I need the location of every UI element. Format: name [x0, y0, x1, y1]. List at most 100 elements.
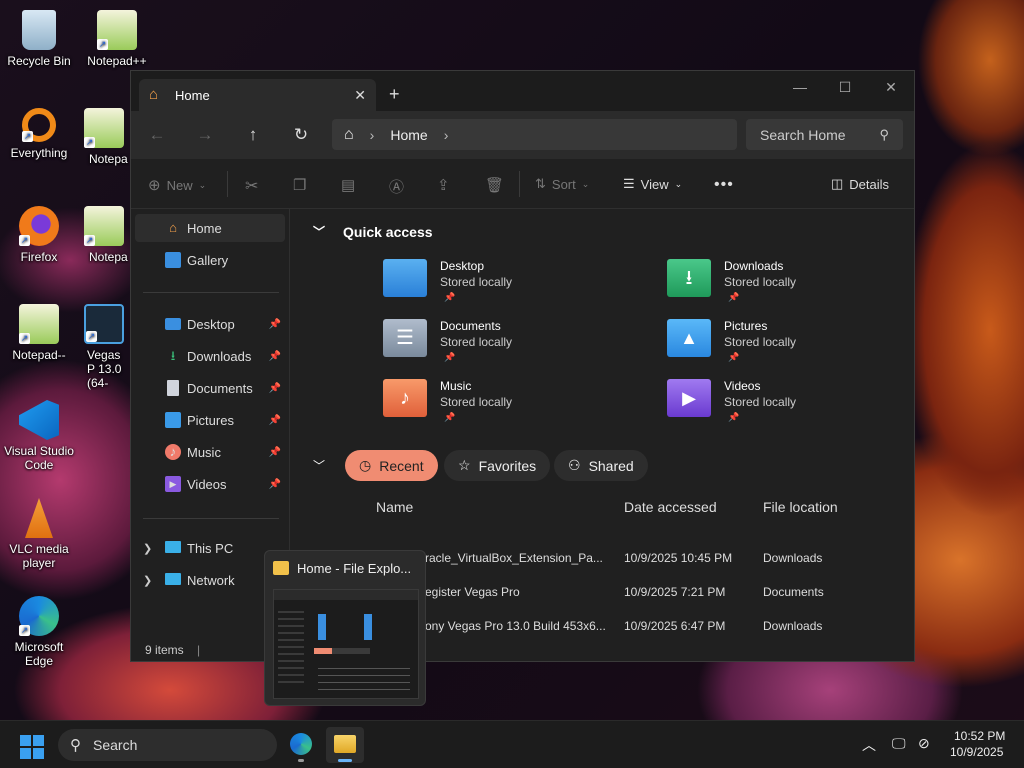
pin-icon[interactable]: 📌: [269, 415, 281, 426]
new-button[interactable]: ⊕ New ⌄: [148, 176, 206, 194]
desktop-icon-recycle-bin[interactable]: Recycle Bin: [1, 10, 77, 68]
maximize-button[interactable]: ☐: [822, 79, 868, 96]
details-button[interactable]: ◫ Details: [831, 176, 889, 192]
paste-icon[interactable]: ▤: [341, 176, 355, 194]
desktop-icon-notepad-3[interactable]: ↗ Notepa: [79, 206, 129, 264]
tab-recent[interactable]: ◷ Recent: [345, 450, 438, 481]
home-icon: ⌂: [344, 125, 354, 143]
pin-icon[interactable]: 📌: [269, 479, 281, 490]
status-separator: |: [197, 643, 201, 657]
tab-shared[interactable]: ⚇ Shared: [554, 450, 648, 481]
pin-icon: 📌: [728, 292, 740, 302]
music-folder-icon: ♪: [383, 379, 427, 417]
sidebar-item-this-pc[interactable]: ❯ This PC: [135, 534, 285, 562]
videos-icon: ▶: [165, 476, 181, 492]
desktop-icon-firefox[interactable]: ↗ Firefox: [1, 206, 77, 264]
network-status-icon[interactable]: 🖵: [892, 735, 906, 752]
volume-muted-icon[interactable]: ⊘: [918, 735, 930, 752]
up-button[interactable]: ↑: [241, 125, 265, 145]
desktop-icon-vscode[interactable]: Visual Studio Code: [1, 400, 77, 472]
more-options-icon[interactable]: •••: [714, 176, 734, 194]
home-icon: ⌂: [169, 220, 177, 235]
sidebar-item-home[interactable]: ⌂ Home: [135, 214, 285, 242]
cut-icon[interactable]: ✂: [245, 176, 258, 196]
pin-icon: 📌: [728, 352, 740, 362]
refresh-button[interactable]: ↻: [289, 125, 313, 145]
quick-access-videos[interactable]: ▶ Videos Stored locally 📌: [667, 379, 927, 435]
close-tab-icon[interactable]: ✕: [354, 87, 366, 104]
quick-access-downloads[interactable]: ⭳ Downloads Stored locally 📌: [667, 259, 927, 315]
sidebar-item-network[interactable]: ❯ Network: [135, 566, 285, 594]
tab-home[interactable]: ⌂ Home ✕: [139, 79, 376, 111]
column-header-location[interactable]: File location: [763, 499, 838, 515]
pin-icon[interactable]: 📌: [269, 319, 281, 330]
forward-button[interactable]: →: [193, 125, 217, 145]
column-header-date[interactable]: Date accessed: [624, 499, 717, 515]
rename-icon[interactable]: Ⓐ: [389, 176, 404, 197]
delete-icon[interactable]: 🗑: [485, 176, 504, 194]
windows-logo-pane: [33, 735, 44, 746]
quick-access-desktop[interactable]: Desktop Stored locally 📌: [383, 259, 643, 315]
taskbar-file-explorer[interactable]: [326, 727, 364, 763]
back-button[interactable]: ←: [145, 125, 169, 145]
desktop-icon-edge[interactable]: ↗ Microsoft Edge: [1, 596, 77, 668]
file-location: Documents: [763, 585, 824, 599]
sidebar-item-videos[interactable]: ▶ Videos 📌: [135, 470, 285, 498]
show-hidden-icons-chevron[interactable]: ︿: [862, 735, 876, 755]
pin-icon[interactable]: 📌: [269, 351, 281, 362]
desktop-icon-everything[interactable]: ↗ Everything: [1, 108, 77, 160]
file-name: racle_VirtualBox_Extension_Pa...: [425, 551, 603, 565]
windows-logo-pane: [20, 748, 31, 759]
tab-favorites[interactable]: ☆ Favorites: [444, 450, 551, 481]
address-bar[interactable]: ⌂ › Home ›: [332, 119, 737, 150]
chevron-down-icon[interactable]: ﹀: [313, 457, 325, 474]
desktop-icon-notepadpp[interactable]: ↗ Notepad++: [79, 10, 155, 68]
desktop-icon-vegas[interactable]: ↗ Vegas P 13.0 (64-: [79, 304, 129, 390]
chevron-right-icon[interactable]: ❯: [143, 574, 152, 587]
copy-icon[interactable]: ❐: [293, 176, 306, 194]
search-box[interactable]: Search Home ⚲: [746, 119, 903, 150]
quick-access-music[interactable]: ♪ Music Stored locally 📌: [383, 379, 643, 435]
status-bar: 9 items |: [145, 643, 200, 657]
clock-time[interactable]: 10:52 PM: [954, 729, 1005, 743]
share-icon[interactable]: ⇪: [437, 176, 450, 194]
taskbar-search[interactable]: ⚲ Search: [58, 729, 277, 761]
chevron-down-icon: ⌄: [581, 178, 590, 189]
sidebar-item-desktop[interactable]: Desktop 📌: [135, 310, 285, 338]
chevron-right-icon[interactable]: ❯: [143, 542, 152, 555]
quick-access-pictures[interactable]: ▲ Pictures Stored locally 📌: [667, 319, 927, 375]
folder-icon: [334, 735, 356, 753]
chevron-right-icon[interactable]: ›: [444, 127, 449, 143]
sidebar-item-pictures[interactable]: Pictures 📌: [135, 406, 285, 434]
sidebar-item-documents[interactable]: Documents 📌: [135, 374, 285, 402]
desktop-icon-notepad-2[interactable]: ↗ Notepa: [79, 108, 129, 166]
desktop-icon-notepad-dash[interactable]: ↗ Notepad--: [1, 304, 77, 362]
pin-icon: 📌: [444, 412, 456, 422]
new-tab-button[interactable]: +: [389, 84, 400, 105]
view-button[interactable]: ☰ View ⌄: [623, 176, 682, 192]
file-explorer-window: ⌂ Home ✕ + — ☐ ✕ ← → ↑ ↻ ⌂ › Home › Sear…: [130, 70, 915, 662]
sidebar-item-gallery[interactable]: Gallery: [135, 246, 285, 274]
sidebar-item-music[interactable]: ♪ Music 📌: [135, 438, 285, 466]
preview-folders: [318, 614, 408, 640]
taskbar-edge[interactable]: [282, 727, 320, 763]
close-window-button[interactable]: ✕: [868, 79, 914, 96]
taskbar-thumbnail-preview[interactable]: Home - File Explo...: [264, 550, 426, 706]
pin-icon[interactable]: 📌: [269, 383, 281, 394]
divider: [143, 292, 279, 293]
quick-access-documents[interactable]: ☰ Documents Stored locally 📌: [383, 319, 643, 375]
pictures-icon: [165, 412, 181, 428]
music-icon: ♪: [165, 444, 181, 460]
desktop-icon-vlc[interactable]: VLC media player: [1, 498, 77, 570]
pin-icon[interactable]: 📌: [269, 447, 281, 458]
column-header-name[interactable]: Name: [376, 499, 413, 515]
sort-button[interactable]: ⇅ Sort ⌄: [535, 176, 589, 192]
taskbar: ⚲ Search ︿ 🖵 ⊘ 10:52 PM 10/9/2025: [0, 720, 1024, 768]
vscode-icon: [19, 400, 59, 440]
clock-date[interactable]: 10/9/2025: [950, 745, 1003, 759]
start-button[interactable]: [20, 735, 44, 759]
sidebar-item-downloads[interactable]: ⭳ Downloads 📌: [135, 342, 285, 370]
minimize-button[interactable]: —: [777, 79, 823, 95]
quick-access-header[interactable]: ﹀ Quick access: [313, 223, 433, 240]
breadcrumb-home[interactable]: Home: [390, 127, 427, 143]
